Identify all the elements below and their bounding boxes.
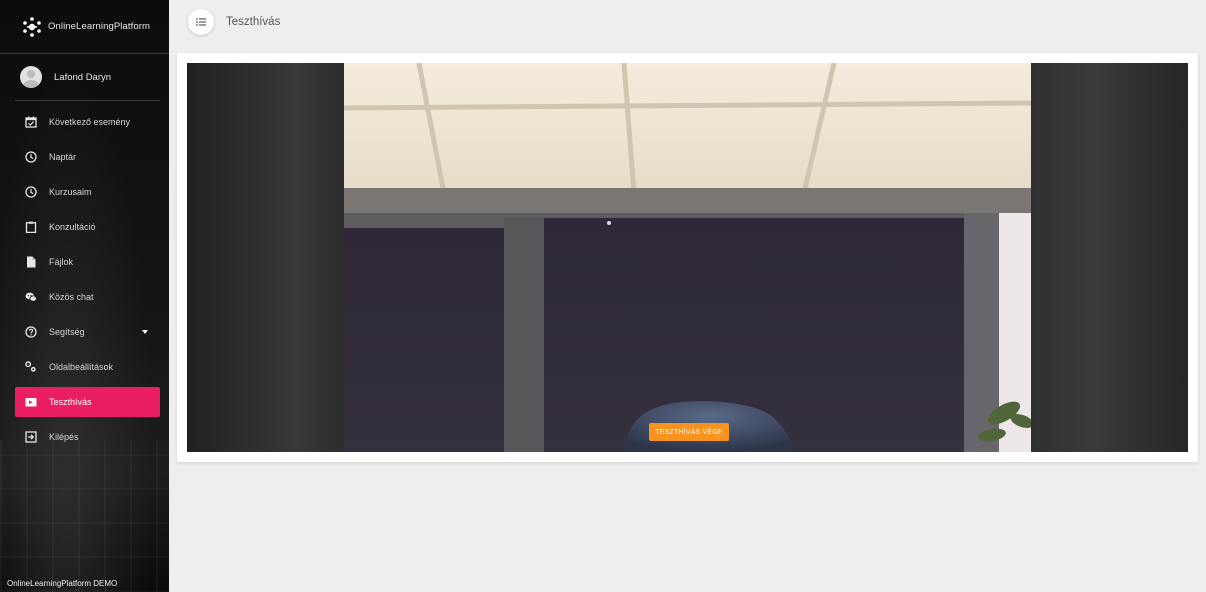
sidebar-nav: Következő esemény Naptár Kurzusaim Konzu… (15, 107, 160, 457)
brand[interactable]: OnlineLearningPlatform (0, 0, 169, 54)
page-title: Teszthívás (226, 16, 281, 28)
user-profile[interactable]: Lafond Daryn (0, 54, 169, 100)
video-card: TESZTHÍVÁS VÉGE (177, 53, 1198, 462)
sidebar-item-label: Következő esemény (49, 117, 131, 127)
menu-toggle-button[interactable] (188, 9, 214, 35)
sidebar-item-label: Segítség (49, 327, 85, 337)
end-test-call-button[interactable]: TESZTHÍVÁS VÉGE (649, 423, 729, 441)
settings-icon (25, 361, 37, 373)
sidebar-footer: OnlineLearningPlatform DEMO (7, 579, 118, 588)
sidebar-item-konzultacio[interactable]: Konzultáció (15, 212, 160, 242)
top-header: Teszthívás (188, 9, 281, 35)
sidebar-item-teszthivas[interactable]: Teszthívás (15, 387, 160, 417)
sidebar-item-kozos-chat[interactable]: Közös chat (15, 282, 160, 312)
camera-feed (344, 63, 1031, 452)
sidebar-background-texture (0, 440, 169, 592)
sidebar-item-label: Kilépés (49, 432, 79, 442)
sidebar-item-label: Fájlok (49, 257, 74, 267)
sidebar-item-kilepes[interactable]: Kilépés (15, 422, 160, 452)
clock-icon (25, 151, 37, 163)
brand-label: OnlineLearningPlatform (48, 21, 151, 32)
sidebar-item-label: Konzultáció (49, 222, 96, 232)
sidebar-item-fajlok[interactable]: Fájlok (15, 247, 160, 277)
file-icon (25, 256, 37, 268)
sidebar-item-oldalbeallitasok[interactable]: Oldalbeállítások (15, 352, 160, 382)
divider (15, 100, 160, 101)
clock-icon (25, 186, 37, 198)
video-call-icon (25, 396, 37, 408)
user-name: Lafond Daryn (54, 71, 112, 83)
logo-icon (22, 16, 42, 38)
sidebar-item-naptar[interactable]: Naptár (15, 142, 160, 172)
chevron-down-icon[interactable] (142, 330, 148, 334)
sidebar-item-segitseg[interactable]: Segítség (15, 317, 160, 347)
help-icon (25, 326, 37, 338)
sidebar-item-label: Oldalbeállítások (49, 362, 114, 372)
chat-icon (25, 291, 37, 303)
avatar (20, 66, 42, 88)
calendar-check-icon (25, 116, 37, 128)
video-container: TESZTHÍVÁS VÉGE (187, 63, 1188, 452)
sidebar-item-kurzusaim[interactable]: Kurzusaim (15, 177, 160, 207)
sidebar-item-label: Kurzusaim (49, 187, 92, 197)
sidebar-item-kovetkezo-esemeny[interactable]: Következő esemény (15, 107, 160, 137)
sidebar-item-label: Közös chat (49, 292, 94, 302)
logout-icon (25, 431, 37, 443)
view-list-icon (196, 13, 206, 31)
sidebar-item-label: Naptár (49, 152, 77, 162)
sidebar: OnlineLearningPlatform Lafond Daryn Köve… (0, 0, 169, 592)
clipboard-icon (25, 221, 37, 233)
video-blur-right (1031, 63, 1188, 452)
video-blur-left (187, 63, 344, 452)
sidebar-item-label: Teszthívás (49, 397, 92, 407)
